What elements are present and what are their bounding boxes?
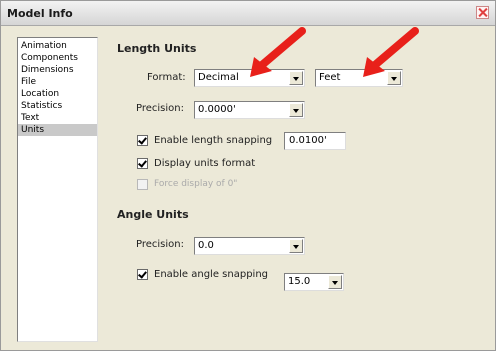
display-units-label: Display units format [154,158,256,169]
sidebar-item-statistics[interactable]: Statistics [18,100,97,112]
length-snapping-value: 0.0100' [289,135,327,146]
sidebar-item-animation[interactable]: Animation [18,40,97,52]
annotation-arrow-format [250,27,306,77]
format-label: Format: [147,72,186,83]
angle-snapping-label: Enable angle snapping [154,269,268,280]
unit-value: Feet [319,72,341,83]
sidebar-item-units[interactable]: Units [18,124,97,136]
length-snapping-field[interactable]: 0.0100' [284,132,346,150]
angle-snapping-dropdown[interactable]: 15.0 [284,273,344,291]
annotation-arrow-units [363,27,419,77]
sidebar-item-components[interactable]: Components [18,52,97,64]
window-title: Model Info [7,7,73,20]
force-display-label: Force display of 0" [154,179,238,189]
angle-snapping-value: 15.0 [288,276,311,287]
format-value: Decimal [198,72,239,83]
chevron-down-icon[interactable] [289,103,303,117]
length-snapping-checkbox[interactable] [137,135,148,146]
category-list[interactable]: Animation Components Dimensions File Loc… [17,37,98,342]
close-icon[interactable] [476,6,489,19]
angle-precision-dropdown[interactable]: 0.0 [194,237,305,255]
angle-precision-value: 0.0 [198,240,214,251]
length-precision-dropdown[interactable]: 0.0000' [194,101,305,119]
angle-snapping-checkbox[interactable] [137,269,148,280]
display-units-checkbox[interactable] [137,158,148,169]
sidebar-item-dimensions[interactable]: Dimensions [18,64,97,76]
angle-units-heading: Angle Units [117,208,189,221]
angle-precision-label: Precision: [136,239,184,250]
model-info-window: Model Info Animation Components Dimensio… [0,0,496,351]
chevron-down-icon[interactable] [328,275,342,289]
length-precision-value: 0.0000' [198,104,236,115]
length-units-heading: Length Units [117,42,197,55]
sidebar-item-location[interactable]: Location [18,88,97,100]
sidebar-item-text[interactable]: Text [18,112,97,124]
chevron-down-icon[interactable] [289,239,303,253]
length-snapping-label: Enable length snapping [154,135,273,146]
sidebar-item-file[interactable]: File [18,76,97,88]
force-display-checkbox[interactable] [137,179,148,190]
title-bar[interactable]: Model Info [1,1,495,26]
length-precision-label: Precision: [136,103,184,114]
